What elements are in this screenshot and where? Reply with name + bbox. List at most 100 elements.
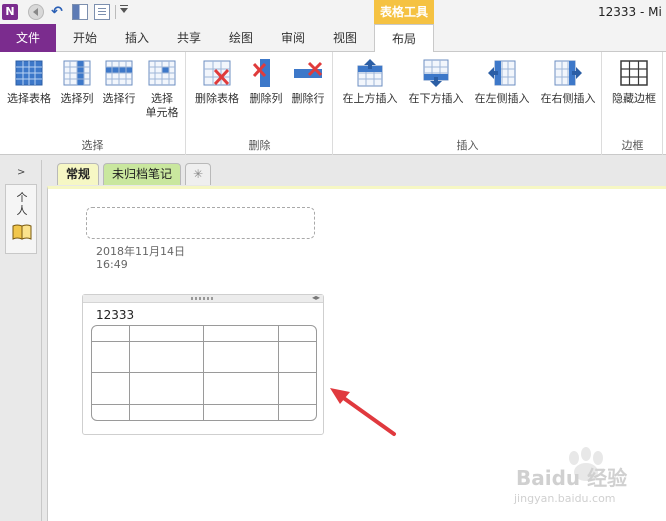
select-column-button[interactable]: 选择列 bbox=[56, 58, 98, 106]
ribbon-group-borders-label: 边框 bbox=[621, 139, 644, 152]
insert-above-button[interactable]: 在上方插入 bbox=[338, 58, 402, 106]
delete-column-label: 删除列 bbox=[249, 92, 283, 105]
ribbon-group-delete-label: 删除 bbox=[248, 139, 271, 152]
customize-quick-access-icon[interactable] bbox=[120, 5, 128, 13]
new-section-icon[interactable]: ✳ bbox=[185, 163, 211, 185]
table-cell[interactable] bbox=[92, 341, 130, 374]
select-table-icon bbox=[15, 60, 43, 86]
tab-layout[interactable]: 布局 bbox=[374, 24, 434, 53]
delete-row-icon bbox=[294, 61, 323, 78]
container-handle-bar[interactable]: ◂▸ bbox=[83, 294, 323, 303]
tab-home[interactable]: 开始 bbox=[62, 24, 108, 52]
insert-above-icon bbox=[357, 59, 383, 87]
select-cell-label: 选择 单元格 bbox=[145, 92, 179, 119]
section-tab-general[interactable]: 常规 bbox=[57, 163, 100, 185]
delete-column-icon bbox=[252, 59, 270, 87]
table-cell[interactable] bbox=[203, 326, 280, 343]
notebook-book-icon bbox=[12, 224, 32, 240]
section-tab-bar: 常规 未归档笔记 ✳ bbox=[43, 160, 666, 186]
select-column-icon bbox=[63, 60, 91, 86]
ribbon-group-delete: 删除表格 删除列 删除行 删除 bbox=[187, 52, 333, 155]
table-cell[interactable] bbox=[203, 403, 280, 420]
select-cell-button[interactable]: 选择 单元格 bbox=[140, 58, 184, 120]
table-cell[interactable] bbox=[128, 341, 205, 374]
insert-below-label: 在下方插入 bbox=[408, 92, 464, 105]
insert-below-icon bbox=[423, 59, 449, 87]
insert-above-label: 在上方插入 bbox=[342, 92, 398, 105]
watermark-url: jingyan.baidu.com bbox=[514, 492, 616, 505]
ribbon-tab-row: 文件 开始 插入 共享 绘图 审阅 视图 布局 bbox=[0, 24, 666, 53]
notebook-personal[interactable]: 个人 bbox=[5, 184, 37, 254]
table-cell[interactable] bbox=[92, 326, 130, 343]
container-resize-icon[interactable]: ◂▸ bbox=[312, 294, 320, 302]
back-icon[interactable] bbox=[28, 4, 44, 20]
page-time: 16:49 bbox=[96, 258, 128, 271]
tab-view[interactable]: 视图 bbox=[322, 24, 368, 52]
ribbon-group-select-label: 选择 bbox=[81, 139, 104, 152]
select-row-label: 选择行 bbox=[102, 92, 136, 105]
insert-left-label: 在左侧插入 bbox=[474, 92, 530, 105]
insert-right-label: 在右侧插入 bbox=[540, 92, 596, 105]
tab-draw[interactable]: 绘图 bbox=[218, 24, 264, 52]
table-cell[interactable] bbox=[128, 326, 205, 343]
watermark-text: Baidu 经验 bbox=[516, 466, 628, 490]
select-row-icon bbox=[105, 60, 133, 86]
table-cell[interactable] bbox=[278, 372, 316, 405]
delete-column-button[interactable]: 删除列 bbox=[245, 58, 287, 106]
table-cell[interactable] bbox=[128, 372, 205, 405]
select-table-label: 选择表格 bbox=[7, 92, 51, 105]
hide-borders-label: 隐藏边框 bbox=[612, 92, 656, 105]
title-bar: N ↶ 12333 - Mi bbox=[0, 0, 666, 24]
dock-to-desktop-icon[interactable] bbox=[72, 4, 88, 20]
note-text[interactable]: 12333 bbox=[96, 308, 134, 322]
note-table[interactable] bbox=[91, 325, 317, 421]
ribbon: 选择表格 选择列 选择行 选择 单元格 选择 删除表格 删除列 删除行 删除 在… bbox=[0, 52, 666, 155]
ribbon-group-select: 选择表格 选择列 选择行 选择 单元格 选择 bbox=[0, 52, 186, 155]
delete-row-label: 删除行 bbox=[291, 92, 325, 105]
tab-share[interactable]: 共享 bbox=[166, 24, 212, 52]
ribbon-group-insert-label: 插入 bbox=[456, 139, 479, 152]
titlebar-divider bbox=[115, 5, 116, 19]
page-date: 2018年11月14日 bbox=[96, 245, 185, 258]
delete-table-icon bbox=[203, 60, 231, 86]
tab-review[interactable]: 审阅 bbox=[270, 24, 316, 52]
tab-file[interactable]: 文件 bbox=[0, 24, 56, 52]
ribbon-group-borders: 隐藏边框 边框 bbox=[603, 52, 663, 155]
delete-table-button[interactable]: 删除表格 bbox=[191, 58, 243, 106]
table-cell[interactable] bbox=[278, 326, 316, 343]
undo-icon[interactable]: ↶ bbox=[49, 4, 65, 20]
select-column-label: 选择列 bbox=[60, 92, 94, 105]
onenote-logo-icon: N bbox=[2, 4, 18, 20]
page-timestamp: 2018年11月14日 16:49 bbox=[96, 245, 185, 271]
insert-left-icon bbox=[488, 60, 516, 86]
select-table-button[interactable]: 选择表格 bbox=[4, 58, 54, 106]
table-cell[interactable] bbox=[128, 403, 205, 420]
insert-right-button[interactable]: 在右侧插入 bbox=[536, 58, 600, 106]
table-cell[interactable] bbox=[203, 341, 280, 374]
window-title: 12333 - Mi bbox=[598, 5, 662, 19]
insert-below-button[interactable]: 在下方插入 bbox=[404, 58, 468, 106]
hide-borders-icon bbox=[620, 60, 648, 86]
expand-navigation-icon[interactable]: > bbox=[17, 167, 25, 178]
hide-borders-button[interactable]: 隐藏边框 bbox=[607, 58, 661, 106]
table-cell[interactable] bbox=[92, 372, 130, 405]
section-tab-unfiled-notes[interactable]: 未归档笔记 bbox=[103, 163, 182, 185]
table-cell[interactable] bbox=[278, 403, 316, 420]
ribbon-group-insert: 在上方插入 在下方插入 在左侧插入 在右侧插入 插入 bbox=[334, 52, 602, 155]
full-page-view-icon[interactable] bbox=[94, 4, 110, 20]
delete-table-label: 删除表格 bbox=[195, 92, 239, 105]
insert-left-button[interactable]: 在左侧插入 bbox=[470, 58, 534, 106]
select-cell-icon bbox=[148, 60, 176, 86]
table-cell[interactable] bbox=[203, 372, 280, 405]
table-cell[interactable] bbox=[92, 403, 130, 420]
notebook-personal-label: 个人 bbox=[16, 191, 28, 217]
insert-right-icon bbox=[554, 60, 582, 86]
tab-insert[interactable]: 插入 bbox=[114, 24, 160, 52]
table-tools-group-label: 表格工具 bbox=[374, 0, 434, 24]
annotation-arrow-icon bbox=[330, 388, 396, 436]
page-title-input[interactable] bbox=[86, 207, 315, 239]
select-row-button[interactable]: 选择行 bbox=[98, 58, 140, 106]
container-move-handle[interactable] bbox=[191, 297, 213, 300]
table-cell[interactable] bbox=[278, 341, 316, 374]
delete-row-button[interactable]: 删除行 bbox=[287, 58, 329, 106]
